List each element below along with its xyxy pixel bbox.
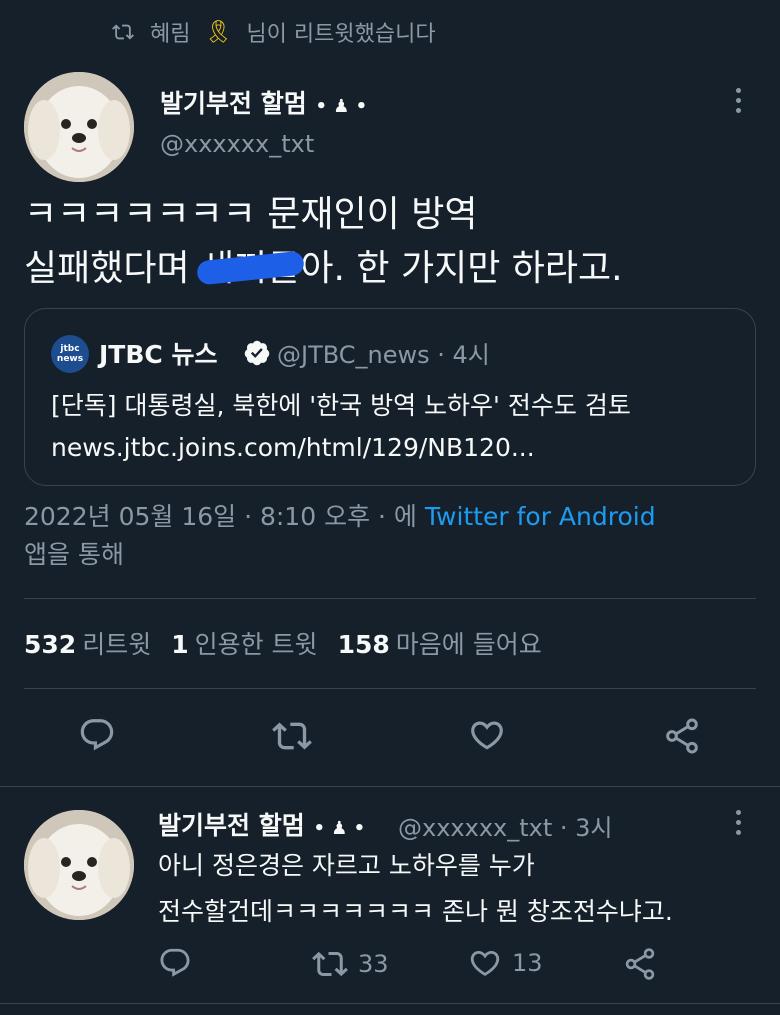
tweet-text-line2: 실패했다며 새끼들아. 한 가지만 하라고. — [24, 242, 764, 296]
reply-name-badges: • ♟ • — [313, 818, 366, 839]
reply-meta[interactable]: @xxxxxx_txt · 3시 — [398, 808, 612, 843]
reply-author-name[interactable]: 발기부전 할멈 • ♟ • — [158, 806, 365, 842]
reply-retweet-button[interactable]: 33 — [312, 946, 389, 982]
more-icon[interactable] — [728, 804, 748, 840]
stat-quotes[interactable]: 1 인용한 트윗 — [171, 625, 317, 661]
ribbon-icon: 🎗 — [204, 19, 233, 45]
avatar[interactable] — [24, 72, 134, 182]
reply-text-line1: 아니 정은경은 자르고 노하우를 누가 — [158, 851, 535, 880]
timestamp-date[interactable]: 2022년 05월 16일 · 8:10 오후 · 에 — [24, 502, 425, 531]
reply-icon — [160, 948, 190, 977]
reply-like-button[interactable]: 13 — [468, 946, 543, 980]
tweet-text-line1: ㅋㅋㅋㅋㅋㅋㅋ 문재인이 방역 — [24, 194, 478, 235]
reply-icon — [80, 719, 114, 751]
retweet-icon — [112, 24, 134, 40]
name-badges: • ♟ • — [315, 96, 368, 117]
reply-avatar[interactable] — [24, 810, 134, 920]
author-name[interactable]: 발기부전 할멈 • ♟ • — [160, 84, 367, 120]
redacted-word: 새끼들 — [201, 242, 300, 296]
retweet-context: 혜림 🎗 님이 리트윗했습니다 — [110, 14, 436, 50]
share-button[interactable] — [662, 716, 702, 756]
tweet-text: ㅋㅋㅋㅋㅋㅋㅋ 문재인이 방역 실패했다며 새끼들아. 한 가지만 하라고. — [24, 188, 764, 296]
quote-link[interactable]: news.jtbc.joins.com/html/129/NB120... — [51, 427, 631, 469]
retweet-context-label: 님이 리트윗했습니다 — [246, 22, 436, 47]
quoted-tweet-card[interactable]: jtbc news JTBC 뉴스 @JTBC_news · 4시 [단독] 대… — [24, 308, 756, 486]
author-handle[interactable]: @xxxxxx_txt — [160, 130, 314, 158]
like-button[interactable] — [468, 716, 506, 754]
jtbc-logo: jtbc news — [51, 335, 89, 373]
quote-headline: [단독] 대통령실, 북한에 '한국 방역 노하우' 전수도 검토 — [51, 391, 631, 420]
divider — [0, 786, 780, 787]
retweet-icon — [312, 951, 348, 977]
stat-retweets[interactable]: 532 리트윗 — [24, 625, 151, 661]
retweet-button[interactable] — [272, 716, 312, 756]
divider — [24, 688, 756, 689]
reply-text-line2: 전수할건데ㅋㅋㅋㅋㅋㅋㅋ 존나 뭔 창조전수냐고. — [158, 897, 673, 926]
reply-like-count: 13 — [512, 949, 543, 977]
retweet-icon — [272, 722, 312, 750]
reply-text: 아니 정은경은 자르고 노하우를 누가 전수할건데ㅋㅋㅋㅋㅋㅋㅋ 존나 뭔 창조… — [158, 843, 673, 935]
verified-icon — [244, 340, 270, 366]
like-icon — [471, 721, 503, 750]
reply-share-button[interactable] — [622, 946, 658, 982]
source-link[interactable]: Twitter for Android — [425, 502, 656, 531]
reply-button[interactable] — [78, 716, 116, 754]
quote-meta: @JTBC_news · 4시 — [277, 341, 490, 369]
more-icon[interactable] — [728, 82, 748, 118]
reply-retweet-count: 33 — [358, 950, 389, 978]
tweet-timestamp: 2022년 05월 16일 · 8:10 오후 · 에 Twitter for … — [24, 498, 754, 574]
share-icon — [666, 718, 698, 754]
divider — [0, 1003, 780, 1004]
divider — [24, 598, 756, 599]
quote-author-name[interactable]: JTBC 뉴스 — [99, 335, 217, 371]
tweet-stats: 532 리트윗 1 인용한 트윗 158 마음에 들어요 — [24, 624, 542, 662]
reply-reply-button[interactable] — [158, 946, 192, 980]
retweeter-name[interactable]: 혜림 — [150, 16, 190, 48]
like-icon — [470, 950, 500, 976]
share-icon — [625, 948, 655, 980]
timestamp-suffix: 앱을 통해 — [24, 540, 124, 569]
quote-text: [단독] 대통령실, 북한에 '한국 방역 노하우' 전수도 검토 news.j… — [51, 385, 631, 469]
stat-likes[interactable]: 158 마음에 들어요 — [338, 625, 542, 661]
